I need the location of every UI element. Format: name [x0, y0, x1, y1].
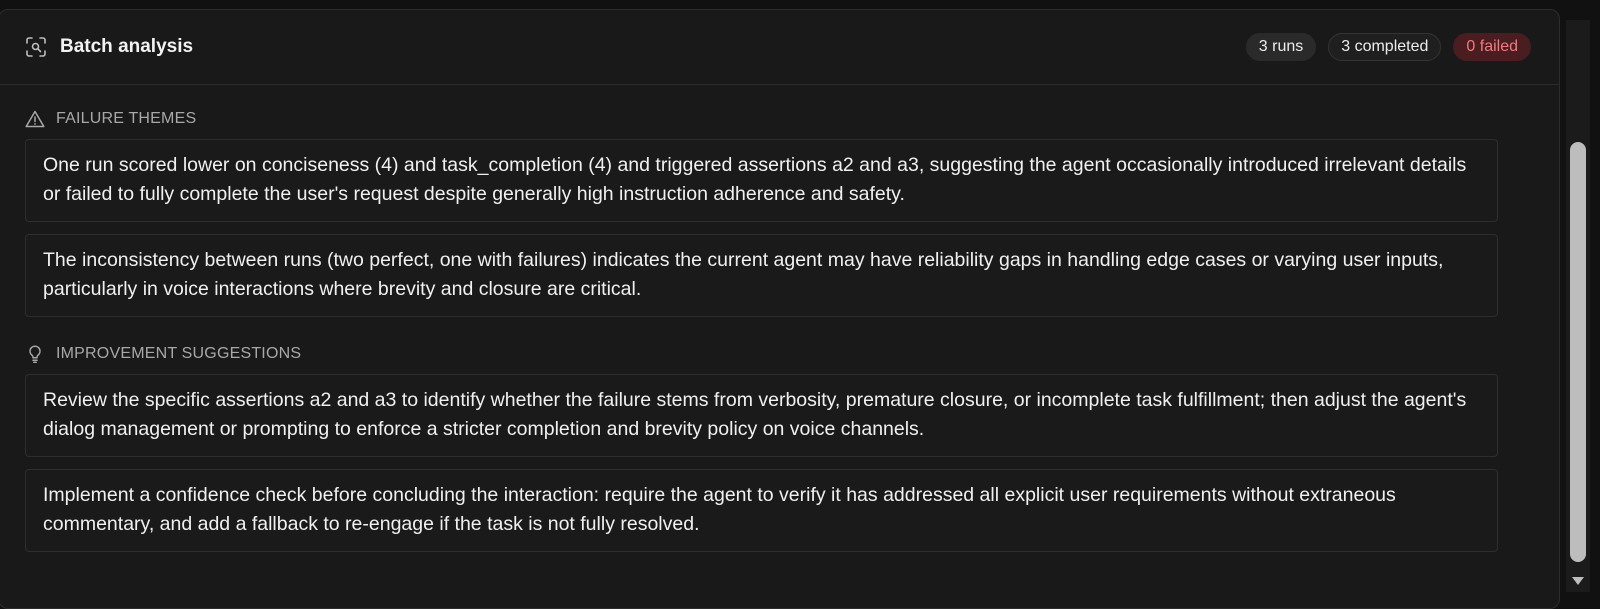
failure-themes-title: FAILURE THEMES [56, 110, 197, 127]
scan-search-icon [25, 36, 47, 58]
improvement-suggestion-card: Review the specific assertions a2 and a3… [25, 374, 1498, 457]
warning-triangle-icon [25, 109, 47, 129]
batch-analysis-panel: Batch analysis 3 runs 3 completed 0 fail… [0, 9, 1560, 609]
improvement-suggestion-card: Implement a confidence check before conc… [25, 469, 1498, 552]
improvement-suggestions-title: IMPROVEMENT SUGGESTIONS [56, 345, 302, 362]
panel-content: FAILURE THEMES One run scored lower on c… [0, 109, 1559, 552]
failed-badge: 0 failed [1453, 33, 1531, 61]
failure-theme-card: One run scored lower on conciseness (4) … [25, 139, 1498, 222]
completed-badge: 3 completed [1328, 33, 1442, 61]
scrollbar-thumb[interactable] [1570, 142, 1586, 562]
panel-header: Batch analysis 3 runs 3 completed 0 fail… [0, 10, 1559, 85]
improvement-suggestions-heading: IMPROVEMENT SUGGESTIONS [25, 344, 1498, 364]
panel-title: Batch analysis [60, 36, 194, 57]
failure-theme-card: The inconsistency between runs (two perf… [25, 234, 1498, 317]
failure-themes-heading: FAILURE THEMES [25, 109, 1498, 129]
scroll-down-arrow-icon[interactable] [1569, 575, 1587, 587]
runs-badge: 3 runs [1245, 33, 1317, 61]
status-badges: 3 runs 3 completed 0 failed [1245, 33, 1531, 61]
lightbulb-icon [25, 344, 47, 364]
